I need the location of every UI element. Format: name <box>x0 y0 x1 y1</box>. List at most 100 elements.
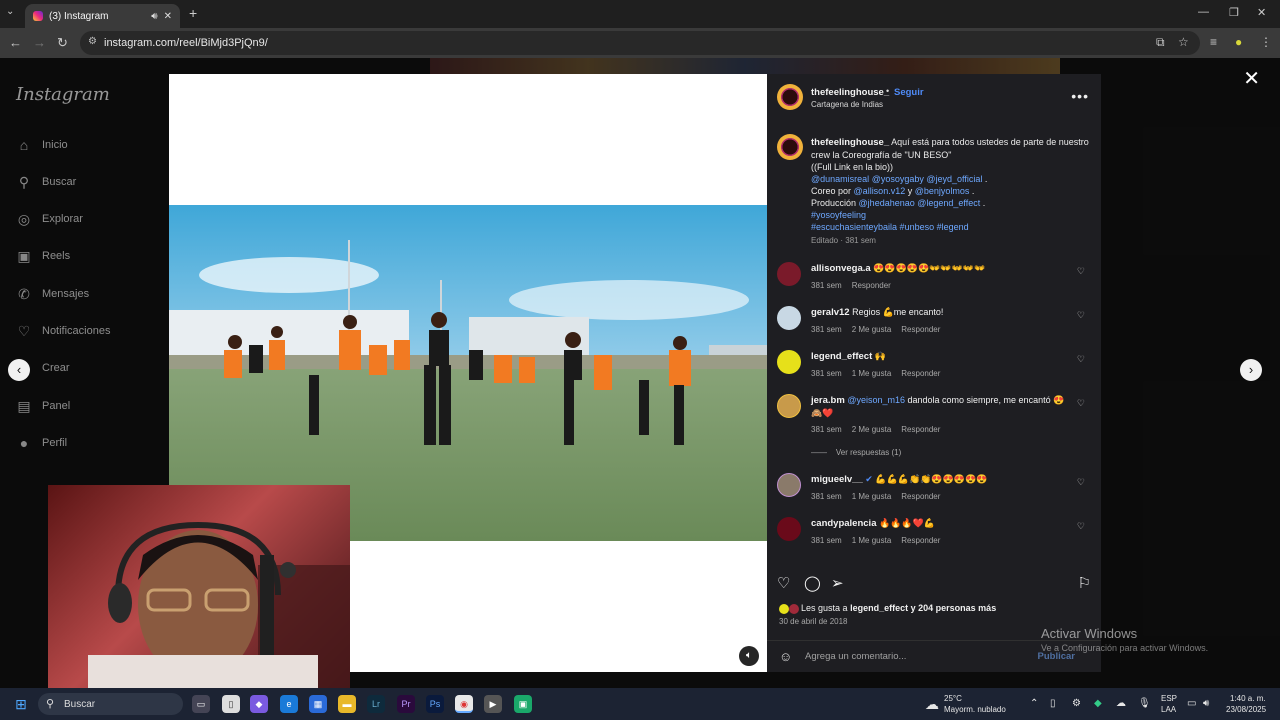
likes-summary[interactable]: Les gusta a legend_effect y 204 personas… <box>779 603 996 614</box>
mention-link[interactable]: @benjyolmos <box>915 186 970 196</box>
volume-icon[interactable]: 🔊︎ <box>1203 698 1209 709</box>
mention-link[interactable]: @allison.v12 <box>854 186 906 196</box>
microphone-icon[interactable]: 🎙︎ <box>1138 698 1151 709</box>
comment-bubble-icon[interactable]: ◯ <box>804 574 821 592</box>
task-view-icon[interactable]: ▭ <box>192 695 210 713</box>
tray-app-icon[interactable]: ⚙ <box>1072 698 1081 709</box>
avatar[interactable] <box>777 134 803 160</box>
site-info-icon[interactable]: ⚙ <box>88 36 97 47</box>
chrome-icon[interactable]: ◉ <box>455 695 473 713</box>
address-bar[interactable]: ⚙ instagram.com/reel/BiMjd3PjQn9/ <box>80 31 1200 55</box>
like-comment-icon[interactable]: ♡ <box>1077 477 1085 488</box>
hashtag-link[interactable]: #escuchasienteybaila #unbeso #legend <box>811 222 969 232</box>
comment-username[interactable]: geralv12 <box>811 307 850 318</box>
avatar[interactable] <box>777 262 801 286</box>
premiere-icon[interactable]: Pr <box>397 695 415 713</box>
minimize-icon[interactable]: — <box>1198 6 1209 18</box>
avatar[interactable] <box>777 306 801 330</box>
caption-author[interactable]: thefeelinghouse_ <box>811 137 889 148</box>
tray-chevron-icon[interactable]: ⌃ <box>1030 698 1038 709</box>
comment-input[interactable]: Agrega un comentario... <box>805 651 906 662</box>
audio-icon[interactable]: 🔈︎ <box>739 646 759 666</box>
reply-button[interactable]: Responder <box>901 425 940 434</box>
sidebar-item-panel[interactable]: ▤ Panel <box>16 398 70 414</box>
comment-likes[interactable]: 2 Me gusta <box>852 325 892 334</box>
media-control-icon[interactable]: ≡ <box>1210 35 1217 49</box>
save-bookmark-icon[interactable]: ⚐ <box>1078 574 1091 592</box>
windows-start-icon[interactable]: ⊞ <box>12 695 30 713</box>
input-language-sub[interactable]: LAA <box>1161 705 1176 714</box>
mention-link[interactable]: @jhedahenao <box>859 198 915 208</box>
reply-button[interactable]: Responder <box>901 369 940 378</box>
reply-button[interactable]: Responder <box>901 536 940 545</box>
like-comment-icon[interactable]: ♡ <box>1077 266 1085 277</box>
comment-likes[interactable]: 1 Me gusta <box>852 536 892 545</box>
bookmark-star-icon[interactable]: ☆ <box>1178 35 1189 49</box>
comment-username[interactable]: candypalencia <box>811 518 876 529</box>
reply-button[interactable]: Responder <box>852 281 891 290</box>
lightroom-icon[interactable]: Lr <box>367 695 385 713</box>
mention-link[interactable]: @yosoygaby <box>872 174 924 184</box>
onedrive-icon[interactable]: ☁ <box>1116 698 1126 709</box>
comment-username[interactable]: migueelv__ <box>811 474 863 485</box>
comment-username[interactable]: jera.bm <box>811 395 845 406</box>
share-send-icon[interactable]: ➢ <box>831 574 844 592</box>
hashtag-link[interactable]: #yosoyfeeling <box>811 210 866 220</box>
more-options-icon[interactable]: ••• <box>1071 88 1089 104</box>
edge-icon[interactable]: e <box>280 695 298 713</box>
clock-date[interactable]: 23/08/2025 <box>1226 705 1266 714</box>
reply-button[interactable]: Responder <box>901 325 940 334</box>
sidebar-item-notificaciones[interactable]: ♡ Notificaciones <box>16 323 111 339</box>
instagram-logo[interactable]: Instagram <box>16 84 110 105</box>
likes-user[interactable]: legend_effect <box>850 603 908 613</box>
menu-kebab-icon[interactable]: ⋮ <box>1260 35 1272 49</box>
game-app-icon[interactable]: ▣ <box>514 695 532 713</box>
like-comment-icon[interactable]: ♡ <box>1077 310 1085 321</box>
reload-icon[interactable]: ↻ <box>57 35 68 51</box>
avatar[interactable] <box>777 517 801 541</box>
profile-icon[interactable]: ● <box>1235 35 1242 49</box>
comment-username[interactable]: allisonvega.a <box>811 263 871 274</box>
sidebar-item-inicio[interactable]: ⌂ Inicio <box>16 137 68 153</box>
tray-app-icon[interactable]: ▯ <box>1050 698 1056 709</box>
mention-link[interactable]: @dunamisreal <box>811 174 869 184</box>
speaker-icon[interactable]: 🔊︎ <box>151 11 157 22</box>
copilot-icon[interactable]: ◆ <box>250 695 268 713</box>
taskbar-search[interactable]: ⚲ Buscar <box>38 693 183 715</box>
like-comment-icon[interactable]: ♡ <box>1077 521 1085 532</box>
mention-link[interactable]: @jeyd_official <box>926 174 982 184</box>
tray-app-icon[interactable]: ◆ <box>1094 698 1102 709</box>
view-replies-button[interactable]: —— Ver respuestas (1) <box>811 448 901 457</box>
new-tab-icon[interactable]: + <box>189 5 197 21</box>
next-arrow-icon[interactable]: › <box>1240 359 1262 381</box>
emoji-icon[interactable]: ☺ <box>779 649 792 664</box>
avatar[interactable] <box>777 84 803 110</box>
clock-time[interactable]: 1:40 a. m. <box>1230 694 1266 703</box>
prev-arrow-icon[interactable]: ‹ <box>8 359 30 381</box>
tab-search-icon[interactable]: ⌄ <box>6 6 14 17</box>
weather-temp[interactable]: 25°C <box>944 694 962 703</box>
sidebar-item-perfil[interactable]: ● Perfil <box>16 435 67 451</box>
restore-icon[interactable]: ❐ <box>1229 6 1239 19</box>
input-language[interactable]: ESP <box>1161 694 1177 703</box>
like-heart-icon[interactable]: ♡ <box>777 574 790 592</box>
comment-username[interactable]: legend_effect <box>811 351 872 362</box>
avatar[interactable] <box>777 350 801 374</box>
close-icon[interactable]: ✕ <box>1243 66 1260 91</box>
photoshop-icon[interactable]: Ps <box>426 695 444 713</box>
install-icon[interactable]: ⧉ <box>1156 35 1165 50</box>
mention-link[interactable]: @yeison_m16 <box>847 395 905 405</box>
avatar[interactable] <box>777 394 801 418</box>
post-location[interactable]: Cartagena de Indias <box>811 100 883 109</box>
back-icon[interactable]: ← <box>9 35 22 50</box>
reply-button[interactable]: Responder <box>901 492 940 501</box>
comment-likes[interactable]: 2 Me gusta <box>852 425 892 434</box>
store-icon[interactable]: ▦ <box>309 695 327 713</box>
follow-button[interactable]: Seguir <box>894 87 924 98</box>
tab-close-icon[interactable]: ✕ <box>164 11 172 22</box>
weather-icon[interactable]: ☁ <box>925 696 939 713</box>
media-player-icon[interactable]: ▶ <box>484 695 502 713</box>
like-comment-icon[interactable]: ♡ <box>1077 354 1085 365</box>
window-close-icon[interactable]: ✕ <box>1257 6 1266 19</box>
sidebar-item-mensajes[interactable]: ✆ Mensajes <box>16 286 89 302</box>
